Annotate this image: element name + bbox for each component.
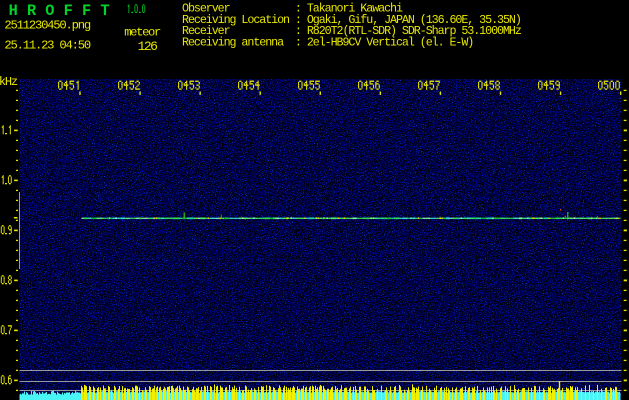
svg-text:2511230450.png: 2511230450.png: [4, 19, 90, 33]
svg-text:kHz: kHz: [0, 75, 18, 89]
svg-text:meteor: meteor: [124, 26, 161, 40]
svg-text:Receiving antenna : 2el-HB9CV: Receiving antenna : 2el-HB9CV Vertical (…: [182, 35, 473, 49]
svg-text:25.11.23 04:50: 25.11.23 04:50: [4, 38, 90, 52]
svg-text:H R O F F T: H R O F F T: [9, 2, 110, 20]
svg-text:126: 126: [138, 39, 158, 54]
